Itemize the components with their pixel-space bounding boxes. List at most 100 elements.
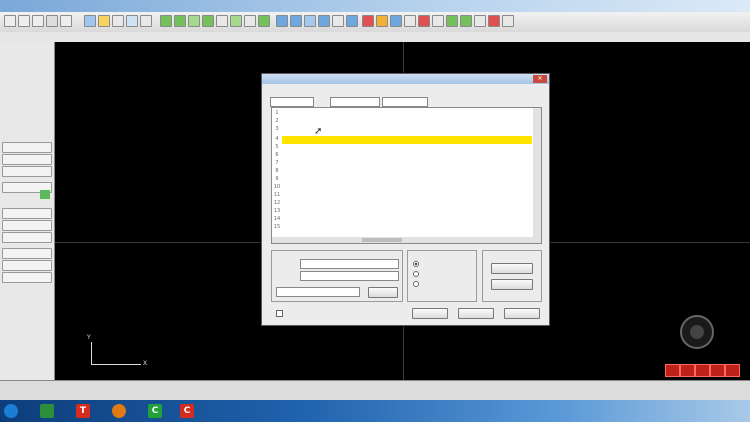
action-button-2[interactable]: [491, 279, 533, 290]
app-t-icon[interactable]: T: [76, 404, 90, 418]
apply-button[interactable]: [458, 308, 494, 319]
scrollbar-thumb[interactable]: [362, 238, 402, 242]
value-field[interactable]: [300, 271, 399, 281]
left-panel-button[interactable]: [2, 260, 52, 271]
start-icon[interactable]: [4, 404, 18, 418]
option-checkbox[interactable]: [276, 310, 283, 317]
toolbar-button[interactable]: [18, 15, 30, 27]
left-panel-item[interactable]: [2, 86, 50, 95]
layer-list[interactable]: 1 2 3 4 5 6 7 8 9 10 11 12 13 14 15 ➚: [271, 107, 542, 244]
toolbar-button[interactable]: [4, 15, 16, 27]
toolbar-button[interactable]: [46, 15, 58, 27]
option-radio[interactable]: [413, 281, 419, 287]
group-far-right: [482, 250, 542, 302]
selected-row-highlight[interactable]: [282, 136, 532, 144]
left-panel-item[interactable]: [2, 66, 50, 75]
dialog-toolbar-field[interactable]: [270, 97, 314, 107]
left-panel-item[interactable]: [2, 116, 50, 125]
toolbar-button[interactable]: [258, 15, 270, 27]
toolbar-button[interactable]: [318, 15, 330, 27]
toolbar-button[interactable]: [126, 15, 138, 27]
toolbar-button[interactable]: [98, 15, 110, 27]
group-right: [407, 250, 477, 302]
dialog-title-bar[interactable]: ✕: [262, 74, 549, 84]
dialog-toolbar-field[interactable]: [382, 97, 428, 107]
left-panel-green-button[interactable]: [40, 190, 50, 199]
action-button-1[interactable]: [491, 263, 533, 274]
name-field[interactable]: [300, 259, 399, 269]
toolbar-button[interactable]: [362, 15, 374, 27]
left-panel-button[interactable]: [2, 220, 52, 231]
left-panel-item[interactable]: [2, 76, 50, 85]
ok-button[interactable]: [412, 308, 448, 319]
left-panel-button[interactable]: [2, 232, 52, 243]
toolbar-button[interactable]: [332, 15, 344, 27]
toolbar-button[interactable]: [276, 15, 288, 27]
option-radio[interactable]: [413, 261, 419, 267]
left-panel-item[interactable]: [2, 106, 50, 115]
app-c2-icon[interactable]: C: [180, 404, 194, 418]
app-flower-icon[interactable]: [112, 404, 126, 418]
option-radio[interactable]: [413, 271, 419, 277]
toolbar-button[interactable]: [84, 15, 96, 27]
toolbar-button[interactable]: [418, 15, 430, 27]
toolbar-button[interactable]: [32, 15, 44, 27]
left-panel-button[interactable]: [2, 208, 52, 219]
left-panel-button[interactable]: [2, 248, 52, 259]
row-number: 2: [275, 118, 279, 124]
red-tool-button[interactable]: [665, 364, 680, 377]
toolbar-button[interactable]: [160, 15, 172, 27]
red-tool-button[interactable]: [695, 364, 710, 377]
row-number: 14: [273, 216, 281, 222]
toolbar-button[interactable]: [174, 15, 186, 27]
toolbar-button[interactable]: [290, 15, 302, 27]
toolbar-button[interactable]: [244, 15, 256, 27]
red-tool-button[interactable]: [710, 364, 725, 377]
explorer-icon[interactable]: [40, 404, 54, 418]
toolbar-button[interactable]: [346, 15, 358, 27]
toolbar-button[interactable]: [404, 15, 416, 27]
toolbar-button[interactable]: [488, 15, 500, 27]
vertical-scrollbar[interactable]: [533, 108, 541, 243]
toolbar-button[interactable]: [502, 15, 514, 27]
left-panel-button[interactable]: [2, 272, 52, 283]
axis-y-label: Y: [87, 334, 91, 341]
horizontal-scrollbar[interactable]: [272, 237, 533, 243]
red-tool-button[interactable]: [680, 364, 695, 377]
row-number: 11: [273, 192, 281, 198]
toolbar-button[interactable]: [304, 15, 316, 27]
left-panel-item[interactable]: [2, 56, 50, 65]
path-field[interactable]: [276, 287, 360, 297]
toolbar-button[interactable]: [140, 15, 152, 27]
app-c-icon[interactable]: C: [148, 404, 162, 418]
toolbar-button[interactable]: [460, 15, 472, 27]
toolbar-button[interactable]: [376, 15, 388, 27]
toolbar-button[interactable]: [188, 15, 200, 27]
cancel-button[interactable]: [504, 308, 540, 319]
row-number: 15: [273, 224, 281, 230]
close-icon[interactable]: ✕: [533, 75, 547, 83]
toolbar-button[interactable]: [230, 15, 242, 27]
browse-button[interactable]: [368, 287, 398, 298]
row-number: 3: [275, 126, 279, 132]
left-panel-button[interactable]: [2, 142, 52, 153]
left-panel-item[interactable]: [2, 126, 50, 135]
toolbar-button[interactable]: [112, 15, 124, 27]
left-panel-button[interactable]: [2, 154, 52, 165]
left-panel-item[interactable]: [2, 96, 50, 105]
toolbar-button[interactable]: [60, 15, 72, 27]
toolbar-button[interactable]: [446, 15, 458, 27]
row-number: 1: [275, 110, 279, 116]
left-panel-button[interactable]: [2, 166, 52, 177]
toolbar-button[interactable]: [474, 15, 486, 27]
dialog-toolbar-field[interactable]: [330, 97, 380, 107]
toolbar-button[interactable]: [432, 15, 444, 27]
row-number: 7: [275, 160, 279, 166]
red-tool-button[interactable]: [725, 364, 740, 377]
toolbar-button[interactable]: [202, 15, 214, 27]
left-panel-item[interactable]: [2, 46, 50, 55]
toolbar-button[interactable]: [216, 15, 228, 27]
ucs-axis-y: [91, 342, 92, 364]
toolbar-button[interactable]: [390, 15, 402, 27]
navigation-wheel-icon[interactable]: [680, 315, 714, 349]
